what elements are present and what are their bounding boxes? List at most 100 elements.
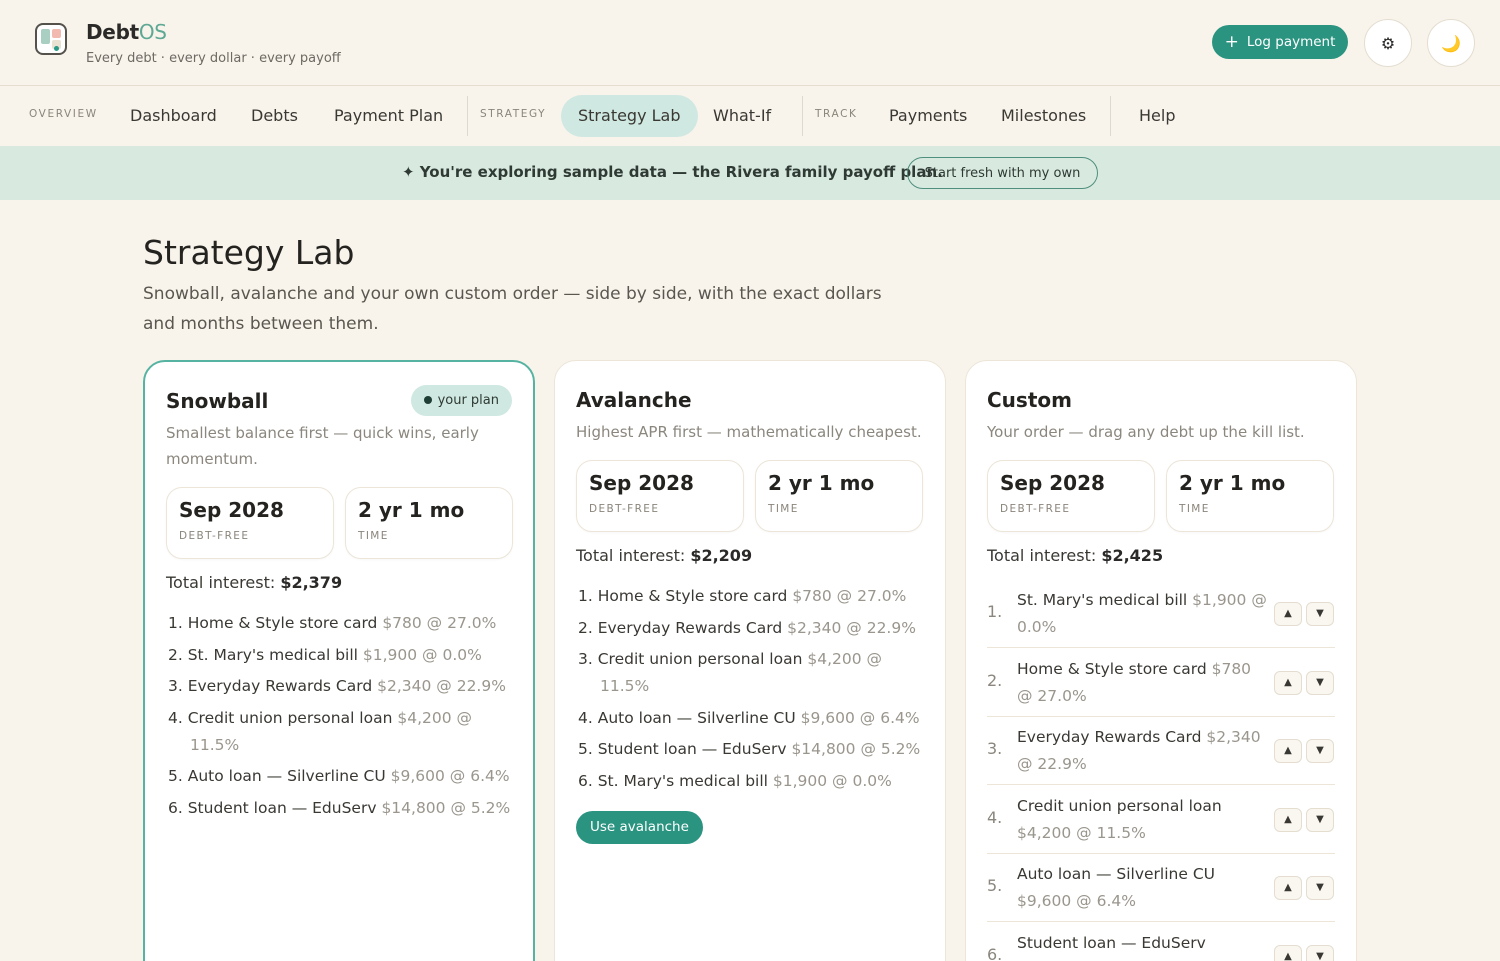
debt-balance-apr: $14,800 @ 5.2% bbox=[381, 798, 511, 817]
page-subtitle: Snowball, avalanche and your own custom … bbox=[143, 284, 882, 334]
start-fresh-button[interactable]: Start fresh with my own bbox=[907, 157, 1098, 189]
item-number: 4. bbox=[987, 807, 1003, 827]
time-label: TIME bbox=[358, 530, 389, 542]
item-number: 3. bbox=[987, 739, 1003, 758]
move-down-button[interactable]: ▼ bbox=[1306, 807, 1334, 832]
debt-description: Student loan — EduServ $14,800 @ 5.2% bbox=[1017, 930, 1267, 961]
debt-name: Everyday Rewards Card bbox=[1017, 728, 1207, 746]
card-title: Snowball bbox=[166, 389, 269, 413]
debt-name: Student loan — EduServ bbox=[597, 740, 792, 758]
list-item: 2. St. Mary's medical bill $1,900 @ 0.0% bbox=[168, 642, 518, 669]
item-number: 5. bbox=[168, 767, 188, 785]
card-description: Your order — drag any debt up the kill l… bbox=[987, 423, 1305, 441]
total-interest: Total interest: $2,209 bbox=[576, 546, 753, 565]
debt-name: Everyday Rewards Card bbox=[187, 677, 378, 695]
item-number: 2. bbox=[168, 645, 188, 664]
item-number: 3. bbox=[168, 677, 188, 695]
debt-free-stat: Sep 2028 DEBT-FREE bbox=[166, 487, 334, 559]
custom-order-row: 3. Everyday Rewards Card $2,340 @ 22.9% ▲ ▼ bbox=[987, 717, 1335, 785]
card-title: Avalanche bbox=[576, 388, 692, 412]
time-value: 2 yr 1 mo bbox=[358, 498, 465, 522]
nav-group-track: TRACK bbox=[815, 108, 858, 120]
time-label: TIME bbox=[1179, 503, 1210, 515]
debt-description: Credit union personal loan $4,200 @ 11.5… bbox=[1017, 793, 1267, 847]
list-item: 6. St. Mary's medical bill $1,900 @ 0.0% bbox=[578, 768, 928, 795]
item-number: 5. bbox=[578, 740, 598, 758]
debt-name: Student loan — EduServ bbox=[187, 798, 382, 817]
debt-balance-apr: $780 @ 27.0% bbox=[792, 587, 907, 605]
debt-name: Home & Style store card bbox=[1017, 659, 1212, 678]
move-down-button[interactable]: ▼ bbox=[1306, 876, 1334, 900]
nav-payments[interactable]: Payments bbox=[872, 95, 984, 137]
debt-name: Credit union personal loan bbox=[597, 650, 808, 668]
debt-name: St. Mary's medical bill bbox=[187, 645, 363, 664]
item-number: 3. bbox=[578, 650, 598, 668]
page-title: Strategy Lab bbox=[143, 233, 355, 272]
nav-milestones[interactable]: Milestones bbox=[984, 95, 1103, 137]
moon-icon: 🌙 bbox=[1441, 33, 1461, 53]
settings-button[interactable]: ⚙ bbox=[1364, 19, 1412, 67]
debt-name: Student loan — EduServ bbox=[1017, 933, 1206, 952]
debt-balance-apr: $14,800 @ 5.2% bbox=[791, 740, 921, 758]
move-down-button[interactable]: ▼ bbox=[1306, 602, 1334, 626]
custom-order-row: 4. Credit union personal loan $4,200 @ 11… bbox=[987, 786, 1335, 854]
move-up-button[interactable]: ▲ bbox=[1274, 739, 1302, 763]
use-avalanche-button[interactable]: Use avalanche bbox=[576, 811, 703, 844]
nav-what-if[interactable]: What-If bbox=[696, 95, 788, 137]
custom-order-row: 5. Auto loan — Silverline CU $9,600 @ 6.4… bbox=[987, 854, 1335, 922]
debt-name: St. Mary's medical bill bbox=[597, 771, 773, 790]
avalanche-card[interactable]: Avalanche Highest APR first — mathematic… bbox=[554, 360, 946, 961]
custom-card[interactable]: Custom Your order — drag any debt up the… bbox=[965, 360, 1357, 961]
debt-balance-apr: $780 @ 27.0% bbox=[382, 614, 497, 632]
debt-free-stat: Sep 2028 DEBT-FREE bbox=[987, 460, 1155, 532]
item-number: 1. bbox=[168, 614, 188, 632]
snowball-card[interactable]: Snowball your plan Smallest balance firs… bbox=[143, 360, 535, 961]
list-item: 5. Auto loan — Silverline CU $9,600 @ 6.… bbox=[168, 763, 518, 790]
dot-icon bbox=[423, 396, 432, 404]
debt-free-label: DEBT-FREE bbox=[179, 530, 250, 542]
plus-icon: + bbox=[1224, 31, 1239, 52]
debt-free-value: Sep 2028 bbox=[589, 471, 694, 495]
custom-order-row: 1. St. Mary's medical bill $1,900 @ 0.0% ▲… bbox=[987, 580, 1335, 648]
list-item: 1. Home & Style store card $780 @ 27.0% bbox=[578, 583, 928, 610]
item-number: 1. bbox=[987, 602, 1003, 621]
nav-help[interactable]: Help bbox=[1122, 95, 1192, 137]
move-down-button[interactable]: ▼ bbox=[1306, 739, 1334, 763]
move-up-button[interactable]: ▲ bbox=[1274, 602, 1302, 626]
move-down-button[interactable]: ▼ bbox=[1306, 944, 1334, 961]
debt-name: Auto loan — Silverline CU bbox=[187, 767, 391, 785]
move-up-button[interactable]: ▲ bbox=[1274, 876, 1302, 900]
move-up-button[interactable]: ▲ bbox=[1274, 807, 1302, 832]
list-item: 4. Auto loan — Silverline CU $9,600 @ 6.… bbox=[578, 705, 928, 732]
debt-balance-apr: $4,200 @ 11.5% bbox=[1017, 823, 1146, 842]
log-payment-label: Log payment bbox=[1246, 34, 1336, 50]
debt-free-value: Sep 2028 bbox=[1000, 471, 1105, 495]
debt-balance-apr: $9,600 @ 6.4% bbox=[1017, 892, 1136, 910]
nav-dashboard[interactable]: Dashboard bbox=[113, 95, 234, 137]
item-number: 6. bbox=[168, 798, 188, 817]
debt-free-label: DEBT-FREE bbox=[589, 503, 660, 515]
debt-balance-apr: $9,600 @ 6.4% bbox=[800, 708, 920, 727]
debt-name: St. Mary's medical bill bbox=[1017, 591, 1193, 609]
list-item: 3. Everyday Rewards Card $2,340 @ 22.9% bbox=[168, 673, 518, 700]
debt-free-label: DEBT-FREE bbox=[1000, 503, 1071, 515]
nav-group-overview: OVERVIEW bbox=[29, 108, 98, 120]
move-down-button[interactable]: ▼ bbox=[1306, 670, 1334, 695]
move-up-button[interactable]: ▲ bbox=[1274, 944, 1302, 961]
item-number: 4. bbox=[168, 708, 188, 727]
nav-strategy-lab[interactable]: Strategy Lab bbox=[561, 95, 698, 137]
nav-payment-plan[interactable]: Payment Plan bbox=[317, 95, 460, 137]
debt-description: St. Mary's medical bill $1,900 @ 0.0% bbox=[1017, 587, 1267, 641]
debt-description: Home & Style store card $780 @ 27.0% bbox=[1017, 656, 1267, 710]
banner-text: ✦ You're exploring sample data — the Riv… bbox=[402, 163, 943, 181]
debt-free-value: Sep 2028 bbox=[179, 498, 284, 522]
your-plan-badge: your plan bbox=[410, 385, 512, 416]
log-payment-button[interactable]: + Log payment bbox=[1212, 25, 1348, 59]
time-value: 2 yr 1 mo bbox=[768, 471, 875, 495]
nav-debts[interactable]: Debts bbox=[234, 95, 315, 137]
debt-name: Everyday Rewards Card bbox=[597, 618, 788, 637]
app-tagline: Every debt · every dollar · every payoff bbox=[86, 51, 341, 66]
move-up-button[interactable]: ▲ bbox=[1274, 670, 1302, 695]
theme-toggle-button[interactable]: 🌙 bbox=[1427, 19, 1475, 67]
item-number: 6. bbox=[578, 771, 598, 790]
